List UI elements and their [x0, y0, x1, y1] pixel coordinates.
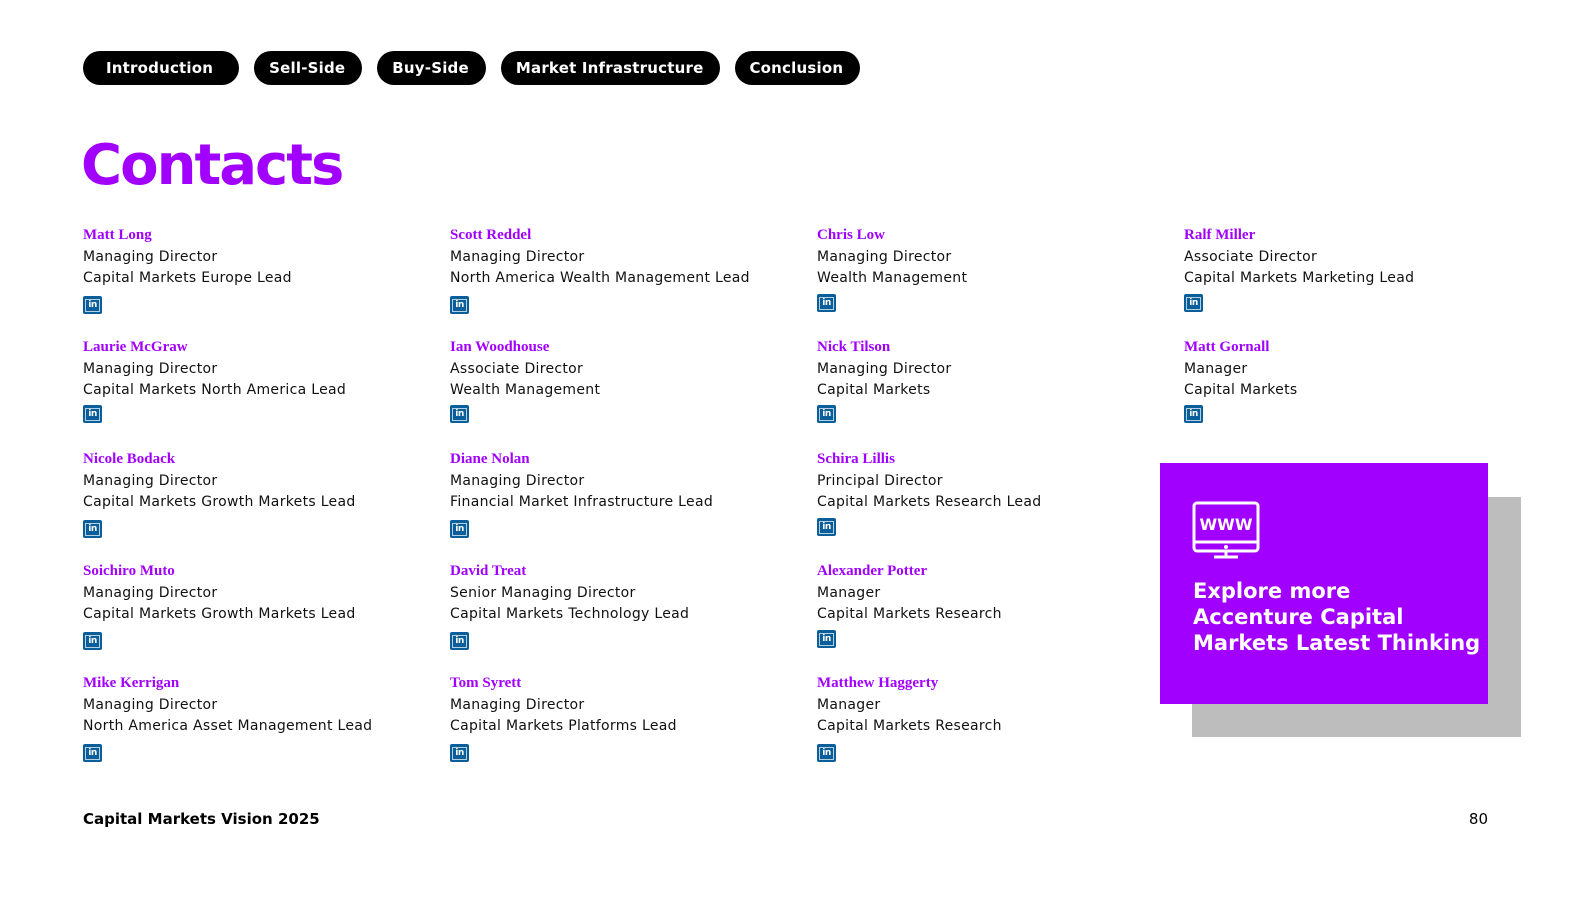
linkedin-icon[interactable]: in	[83, 744, 102, 762]
contact-department: Capital Markets Research Lead	[817, 494, 1042, 510]
footer-title: Capital Markets Vision 2025	[83, 810, 320, 828]
contact-role: Managing Director	[450, 249, 585, 265]
contact-role: Managing Director	[83, 473, 218, 489]
contact-name: Schira Lillis	[817, 451, 895, 467]
www-icon-text: WWW	[1200, 515, 1253, 534]
contact-department: Capital Markets	[817, 382, 931, 398]
page-title: Contacts	[81, 133, 344, 198]
contact-name: Tom Syrett	[450, 675, 522, 691]
contact-role: Managing Director	[817, 249, 952, 265]
linkedin-icon[interactable]: in	[450, 296, 469, 314]
contact-department: Capital Markets Research	[817, 606, 1002, 622]
contact-card: Ian Woodhouse Associate Director Wealth …	[450, 339, 817, 451]
contact-department: Financial Market Infrastructure Lead	[450, 494, 714, 510]
contact-name: Nicole Bodack	[83, 451, 176, 467]
contact-name: Soichiro Muto	[83, 563, 175, 579]
contact-name: Ian Woodhouse	[450, 339, 550, 355]
contact-name: Ralf Miller	[1184, 227, 1256, 243]
linkedin-icon[interactable]: in	[1184, 294, 1203, 312]
contact-name: Nick Tilson	[817, 339, 891, 355]
contact-card: Nicole Bodack Managing Director Capital …	[83, 451, 450, 563]
contact-role: Senior Managing Director	[450, 585, 636, 601]
contact-name: Matthew Haggerty	[817, 675, 939, 691]
contact-role: Managing Director	[83, 585, 218, 601]
linkedin-icon[interactable]: in	[817, 630, 836, 648]
contact-role: Associate Director	[1184, 249, 1318, 265]
linkedin-icon[interactable]: in	[817, 518, 836, 536]
contact-card: Mike Kerrigan Managing Director North Am…	[83, 675, 450, 787]
contact-card: Alexander Potter Manager Capital Markets…	[817, 563, 1184, 675]
contact-role: Principal Director	[817, 473, 943, 489]
contact-department: Capital Markets Technology Lead	[450, 606, 690, 622]
page-number: 80	[1468, 810, 1488, 828]
linkedin-icon[interactable]: in	[450, 744, 469, 762]
contact-name: Mike Kerrigan	[83, 675, 180, 691]
contact-card: Tom Syrett Managing Director Capital Mar…	[450, 675, 817, 787]
linkedin-icon[interactable]: in	[83, 520, 102, 538]
contact-role: Manager	[817, 585, 881, 601]
contact-name: Scott Reddel	[450, 227, 532, 243]
contact-department: Capital Markets Europe Lead	[83, 270, 292, 286]
contact-department: Capital Markets Growth Markets Lead	[83, 606, 356, 622]
contact-card: Scott Reddel Managing Director North Ame…	[450, 227, 817, 339]
contact-department: North America Wealth Management Lead	[450, 270, 750, 286]
contact-department: Capital Markets Marketing Lead	[1184, 270, 1415, 286]
linkedin-icon[interactable]: in	[817, 405, 836, 423]
linkedin-icon[interactable]: in	[83, 632, 102, 650]
www-monitor-icon: WWW	[1192, 501, 1260, 559]
linkedin-icon[interactable]: in	[817, 744, 836, 762]
contact-card: Matt Long Managing Director Capital Mark…	[83, 227, 450, 339]
contact-card: Schira Lillis Principal Director Capital…	[817, 451, 1184, 563]
contact-name: Diane Nolan	[450, 451, 530, 467]
linkedin-icon[interactable]: in	[1184, 405, 1203, 423]
contact-role: Managing Director	[83, 249, 218, 265]
contact-card: Soichiro Muto Managing Director Capital …	[83, 563, 450, 675]
contact-role: Managing Director	[450, 473, 585, 489]
tab-sell-side[interactable]: Sell-Side	[254, 51, 363, 85]
contact-card: Diane Nolan Managing Director Financial …	[450, 451, 817, 563]
top-nav: Introduction Sell-Side Buy-Side Market I…	[83, 51, 861, 85]
contact-department: Capital Markets Growth Markets Lead	[83, 494, 356, 510]
contact-card: Nick Tilson Managing Director Capital Ma…	[817, 339, 1184, 451]
contact-role: Manager	[1184, 361, 1248, 377]
contact-name: Alexander Potter	[817, 563, 928, 579]
contact-department: Capital Markets Research	[817, 718, 1002, 734]
contact-name: Laurie McGraw	[83, 339, 188, 355]
promo-text: Explore more Accenture Capital Markets L…	[1193, 579, 1481, 655]
contact-name: Matt Gornall	[1184, 339, 1270, 355]
contact-department: Wealth Management	[817, 270, 968, 286]
contact-card: Ralf Miller Associate Director Capital M…	[1184, 227, 1551, 339]
contact-department: Capital Markets Platforms Lead	[450, 718, 677, 734]
contact-department: North America Asset Management Lead	[83, 718, 373, 734]
contact-card: Chris Low Managing Director Wealth Manag…	[817, 227, 1184, 339]
contact-department: Capital Markets North America Lead	[83, 382, 347, 398]
linkedin-icon[interactable]: in	[817, 294, 836, 312]
contact-card: Matthew Haggerty Manager Capital Markets…	[817, 675, 1184, 787]
linkedin-icon[interactable]: in	[450, 520, 469, 538]
contact-department: Capital Markets	[1184, 382, 1298, 398]
linkedin-icon[interactable]: in	[83, 405, 102, 423]
contact-role: Managing Director	[817, 361, 952, 377]
tab-introduction[interactable]: Introduction	[83, 51, 240, 85]
linkedin-icon[interactable]: in	[450, 632, 469, 650]
contact-name: Matt Long	[83, 227, 152, 243]
tab-buy-side[interactable]: Buy-Side	[377, 51, 486, 85]
tab-market-infrastructure[interactable]: Market Infrastructure	[500, 51, 721, 85]
contact-role: Associate Director	[450, 361, 584, 377]
linkedin-icon[interactable]: in	[450, 405, 469, 423]
contact-role: Managing Director	[83, 361, 218, 377]
contact-name: Chris Low	[817, 227, 885, 243]
contact-card: Laurie McGraw Managing Director Capital …	[83, 339, 450, 451]
contact-role: Manager	[817, 697, 881, 713]
linkedin-icon[interactable]: in	[83, 296, 102, 314]
tab-conclusion[interactable]: Conclusion	[735, 51, 861, 85]
contact-card: Matt Gornall Manager Capital Markets in	[1184, 339, 1551, 451]
contact-department: Wealth Management	[450, 382, 601, 398]
explore-thinking-card[interactable]: WWW Explore more Accenture Capital Marke…	[1160, 463, 1488, 704]
contact-role: Managing Director	[83, 697, 218, 713]
contact-role: Managing Director	[450, 697, 585, 713]
contact-card: David Treat Senior Managing Director Cap…	[450, 563, 817, 675]
contact-name: David Treat	[450, 563, 527, 579]
